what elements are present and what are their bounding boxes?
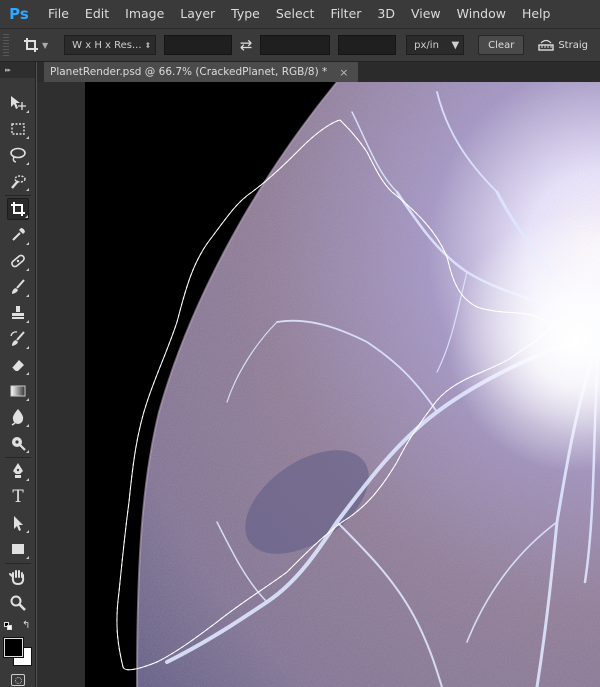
straighten-icon <box>538 39 555 51</box>
quick-mask-icon[interactable] <box>11 674 25 686</box>
submenu-triangle <box>26 188 29 191</box>
updown-arrow-icon: ⬍ <box>144 40 152 50</box>
blur-icon[interactable] <box>7 406 29 428</box>
tools-panel: ▸▸ T ↰ <box>0 62 36 687</box>
submenu-triangle <box>26 242 29 245</box>
menu-help[interactable]: Help <box>514 0 559 28</box>
height-field[interactable] <box>260 35 331 55</box>
swap-colors-icon[interactable]: ↰ <box>22 620 30 631</box>
menu-view[interactable]: View <box>403 0 449 28</box>
chevron-down-icon: ▼ <box>451 39 460 51</box>
submenu-triangle <box>26 398 29 401</box>
crop-icon[interactable] <box>7 198 29 220</box>
menu-filter[interactable]: Filter <box>322 0 369 28</box>
submenu-triangle <box>26 450 29 453</box>
rectangle-icon[interactable] <box>7 538 29 560</box>
toolbar-divider <box>5 563 31 564</box>
eyedropper-icon[interactable] <box>7 224 29 246</box>
brush-icon[interactable] <box>7 276 29 298</box>
submenu-triangle <box>26 478 29 481</box>
menu-3d[interactable]: 3D <box>369 0 403 28</box>
clone-stamp-icon[interactable] <box>7 302 29 324</box>
path-selection-icon[interactable] <box>7 512 29 534</box>
menu-edit[interactable]: Edit <box>77 0 117 28</box>
ratio-select-value: W x H x Res... <box>72 39 142 51</box>
submenu-triangle <box>26 110 29 113</box>
menu-bar: Ps File Edit Image Layer Type Select Fil… <box>0 0 600 28</box>
planet-artwork[interactable] <box>37 82 600 687</box>
document-tab-strip: PlanetRender.psd @ 66.7% (CrackedPlanet,… <box>37 62 600 82</box>
submenu-triangle <box>26 136 29 139</box>
document-tab-title: PlanetRender.psd @ 66.7% (CrackedPlanet,… <box>50 66 328 78</box>
move-icon[interactable] <box>7 92 29 114</box>
quick-selection-icon[interactable] <box>7 170 29 192</box>
photoshop-logo: Ps <box>9 5 29 23</box>
default-colors-icon[interactable] <box>4 622 12 630</box>
straighten-label: Straig <box>558 39 588 51</box>
tools-panel-grip[interactable]: ▸▸ <box>0 62 35 78</box>
dodge-icon[interactable] <box>7 432 29 454</box>
width-field[interactable] <box>164 35 233 55</box>
document-tab[interactable]: PlanetRender.psd @ 66.7% (CrackedPlanet,… <box>44 62 359 82</box>
unit-select-value: px/in <box>414 39 439 51</box>
eraser-icon[interactable] <box>7 354 29 376</box>
history-brush-icon[interactable] <box>7 328 29 350</box>
pen-icon[interactable] <box>7 460 29 482</box>
menu-layer[interactable]: Layer <box>172 0 223 28</box>
submenu-triangle <box>26 268 29 271</box>
submenu-triangle <box>25 215 28 218</box>
toolbar-divider <box>5 195 31 196</box>
menu-type[interactable]: Type <box>223 0 268 28</box>
type-icon[interactable]: T <box>7 486 29 508</box>
submenu-triangle <box>26 162 29 165</box>
clear-button[interactable]: Clear <box>478 35 525 55</box>
menu-select[interactable]: Select <box>268 0 323 28</box>
straighten-button[interactable]: Straig <box>538 38 588 52</box>
ratio-select[interactable]: W x H x Res... ⬍ <box>64 35 157 55</box>
hand-icon[interactable] <box>7 566 29 588</box>
marquee-icon[interactable] <box>7 118 29 140</box>
submenu-triangle <box>26 346 29 349</box>
foreground-color-swatch[interactable] <box>3 637 24 658</box>
submenu-triangle <box>26 530 29 533</box>
menu-window[interactable]: Window <box>449 0 514 28</box>
crop-icon <box>24 38 38 52</box>
options-grip[interactable] <box>3 34 9 56</box>
chevron-down-icon: ▼ <box>42 40 49 50</box>
menu-file[interactable]: File <box>40 0 77 28</box>
submenu-triangle <box>26 320 29 323</box>
zoom-icon[interactable] <box>7 592 29 614</box>
submenu-triangle <box>26 294 29 297</box>
options-bar: ▼ W x H x Res... ⬍ ⇄ px/in ▼ Clear Strai… <box>0 28 600 62</box>
submenu-triangle <box>26 556 29 559</box>
unit-select[interactable]: px/in ▼ <box>406 35 465 55</box>
canvas[interactable] <box>37 82 600 687</box>
toolbar-divider <box>5 457 31 458</box>
submenu-triangle <box>26 372 29 375</box>
swap-icon[interactable]: ⇄ <box>232 36 260 54</box>
healing-brush-icon[interactable] <box>7 250 29 272</box>
gradient-icon[interactable] <box>7 380 29 402</box>
close-icon[interactable]: × <box>339 66 348 79</box>
lasso-icon[interactable] <box>7 144 29 166</box>
menu-image[interactable]: Image <box>117 0 172 28</box>
tool-preset-picker[interactable]: ▼ <box>23 37 48 53</box>
resolution-field[interactable] <box>338 35 397 55</box>
submenu-triangle <box>26 424 29 427</box>
